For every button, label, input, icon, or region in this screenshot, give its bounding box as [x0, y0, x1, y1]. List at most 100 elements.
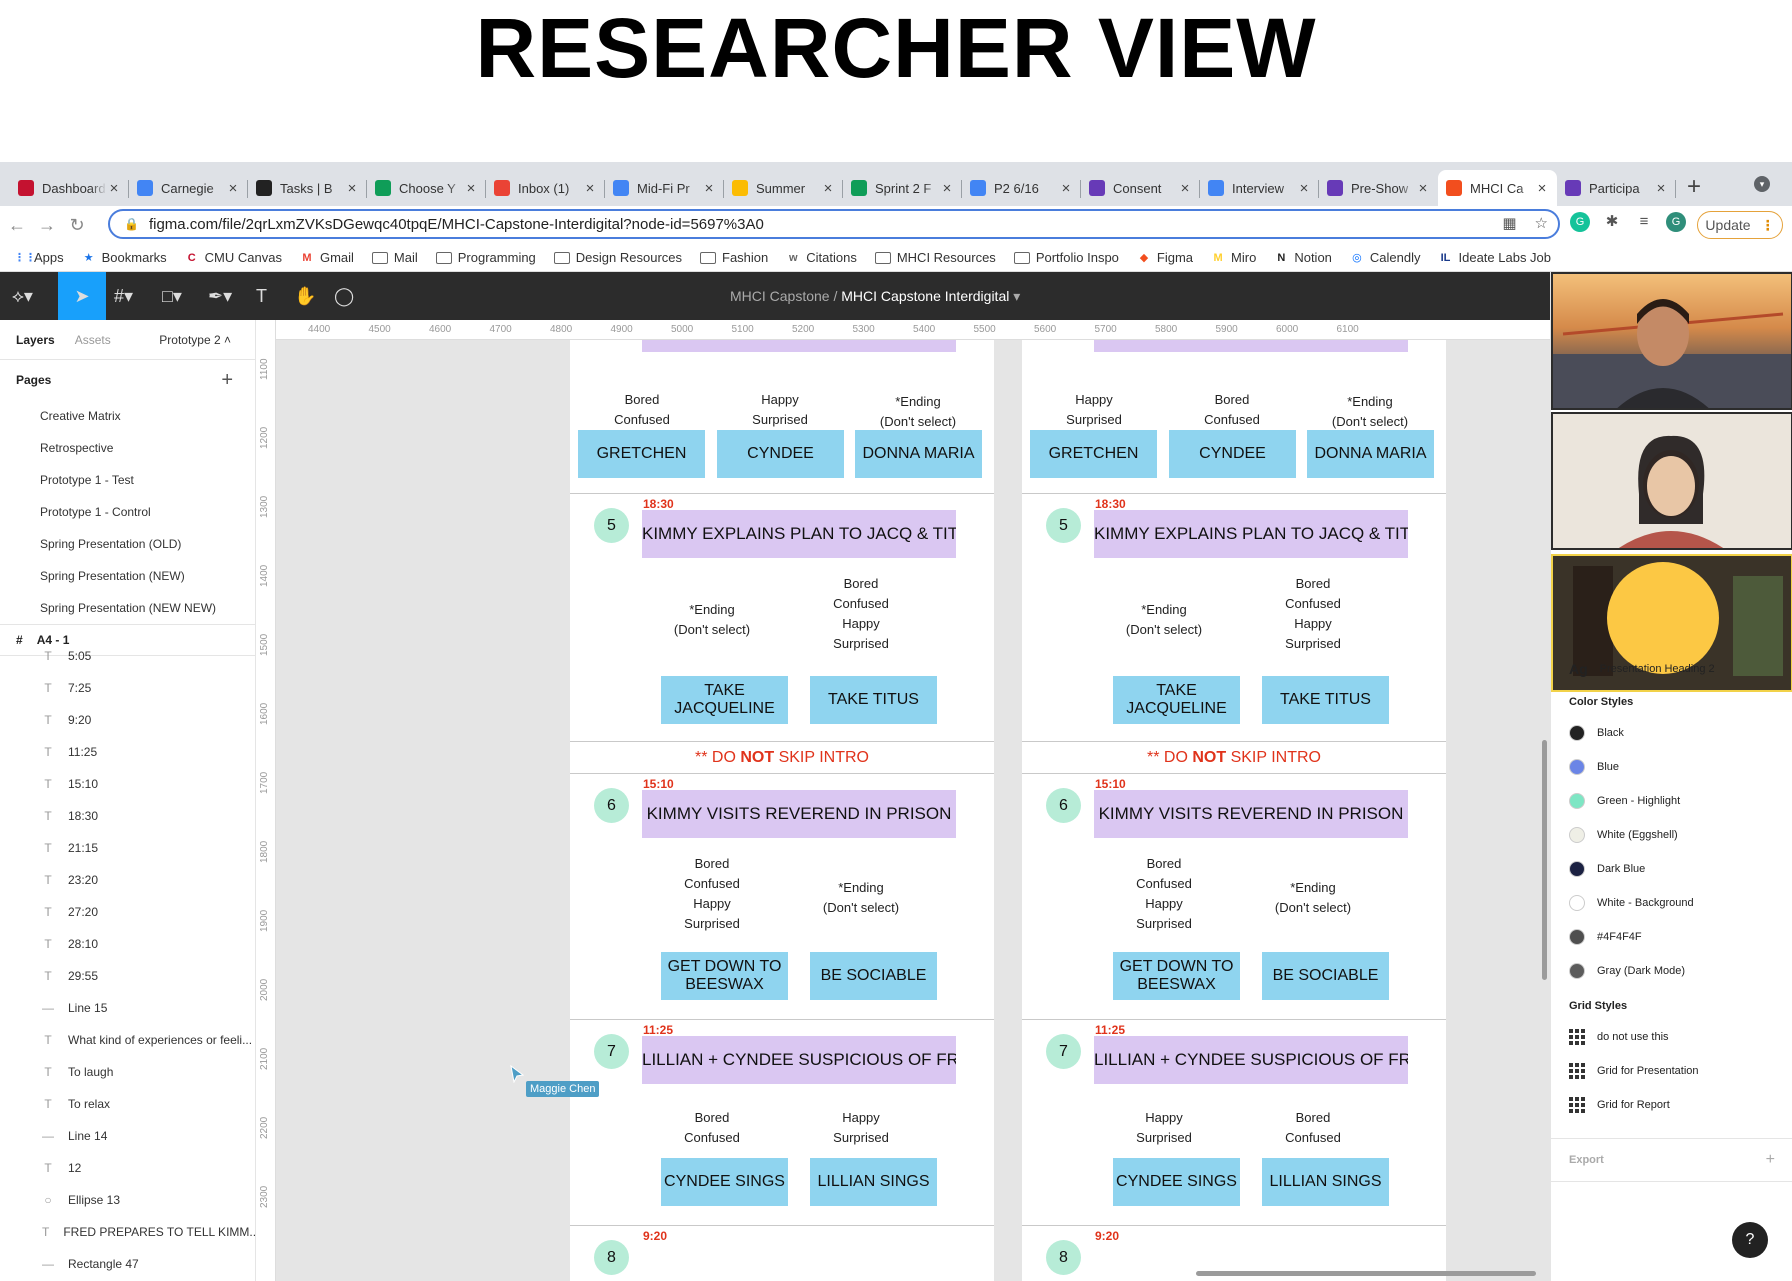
- browser-tab[interactable]: Dashboard ×: [10, 170, 129, 206]
- grid-style-item[interactable]: Grid for Presentation: [1551, 1054, 1792, 1088]
- page-item[interactable]: Spring Presentation (OLD): [0, 528, 255, 560]
- address-bar[interactable]: 🔒 figma.com/file/2qrLxmZVKsDGewqc40tpqE/…: [108, 209, 1560, 239]
- color-style-item[interactable]: #4F4F4F: [1551, 920, 1792, 954]
- choice-button[interactable]: GRETCHEN: [1030, 430, 1157, 478]
- layer-item[interactable]: T 12: [0, 1152, 255, 1184]
- bookmark-item[interactable]: Design Resources: [553, 250, 682, 265]
- close-icon[interactable]: ×: [1178, 180, 1192, 197]
- choice-button[interactable]: BE SOCIABLE: [810, 952, 937, 1000]
- browser-tab[interactable]: Inbox (1) ×: [486, 170, 605, 206]
- close-icon[interactable]: ×: [1297, 180, 1311, 197]
- close-icon[interactable]: ×: [1059, 180, 1073, 197]
- color-style-item[interactable]: White - Background: [1551, 886, 1792, 920]
- browser-tab[interactable]: MHCI Ca ×: [1438, 170, 1557, 206]
- update-button[interactable]: Update ⋮: [1697, 211, 1783, 239]
- bookmark-item[interactable]: IL Ideate Labs Job: [1439, 250, 1551, 265]
- page-item[interactable]: Spring Presentation (NEW NEW): [0, 592, 255, 624]
- page-item[interactable]: Creative Matrix: [0, 400, 255, 432]
- text-tool-icon[interactable]: T: [256, 284, 267, 308]
- bookmark-item[interactable]: ◎ Calendly: [1350, 250, 1420, 265]
- close-icon[interactable]: ×: [702, 180, 716, 197]
- choice-button[interactable]: CYNDEE: [717, 430, 844, 478]
- close-icon[interactable]: ×: [226, 180, 240, 197]
- layer-item[interactable]: T FRED PREPARES TO TELL KIMM...: [0, 1216, 255, 1248]
- close-icon[interactable]: ×: [464, 180, 478, 197]
- horizontal-scrollbar[interactable]: [1196, 1271, 1536, 1276]
- extensions-icon[interactable]: ✱: [1602, 212, 1622, 232]
- choice-button[interactable]: TAKE TITUS: [810, 676, 937, 724]
- page-item[interactable]: Prototype 1 - Test: [0, 464, 255, 496]
- layer-item[interactable]: T 23:20: [0, 864, 255, 896]
- choice-button[interactable]: GET DOWN TO BEESWAX: [1113, 952, 1240, 1000]
- chevron-down-icon[interactable]: ▾: [1013, 288, 1020, 304]
- bookmark-item[interactable]: ★ Bookmarks: [82, 250, 167, 265]
- forward-icon[interactable]: →: [34, 215, 60, 236]
- choice-button[interactable]: CYNDEE SINGS: [1113, 1158, 1240, 1206]
- bookmark-item[interactable]: N Notion: [1274, 250, 1332, 265]
- browser-tab[interactable]: Sprint 2 F ×: [843, 170, 962, 206]
- layer-item[interactable]: T 28:10: [0, 928, 255, 960]
- close-icon[interactable]: ×: [1535, 180, 1549, 197]
- frame-tool-icon[interactable]: #▾: [114, 284, 133, 308]
- layer-item[interactable]: T 11:25: [0, 736, 255, 768]
- bookmark-star-icon[interactable]: ☆: [1535, 214, 1548, 232]
- color-style-item[interactable]: White (Eggshell): [1551, 818, 1792, 852]
- layer-item[interactable]: T 29:55: [0, 960, 255, 992]
- page-item[interactable]: Prototype 1 - Control: [0, 496, 255, 528]
- page-item[interactable]: Spring Presentation (NEW): [0, 560, 255, 592]
- tab-search-icon[interactable]: ▾: [1754, 176, 1770, 192]
- layer-item[interactable]: T To relax: [0, 1088, 255, 1120]
- choice-button[interactable]: TAKE TITUS: [1262, 676, 1389, 724]
- browser-tab[interactable]: Participa ×: [1557, 170, 1676, 206]
- layer-item[interactable]: — Line 14: [0, 1120, 255, 1152]
- layer-item[interactable]: T 9:20: [0, 704, 255, 736]
- bookmark-item[interactable]: ◆ Figma: [1137, 250, 1193, 265]
- color-style-item[interactable]: Black: [1551, 716, 1792, 750]
- choice-button[interactable]: LILLIAN SINGS: [810, 1158, 937, 1206]
- vertical-scrollbar[interactable]: [1542, 740, 1547, 980]
- choice-button[interactable]: BE SOCIABLE: [1262, 952, 1389, 1000]
- close-icon[interactable]: ×: [940, 180, 954, 197]
- browser-tab[interactable]: Consent ×: [1081, 170, 1200, 206]
- bookmark-item[interactable]: M Miro: [1211, 250, 1256, 265]
- close-icon[interactable]: ×: [1416, 180, 1430, 197]
- choice-button[interactable]: TAKE JACQUELINE: [661, 676, 788, 724]
- close-icon[interactable]: ×: [583, 180, 597, 197]
- browser-tab[interactable]: Summer ×: [724, 170, 843, 206]
- project-name[interactable]: MHCI Capstone: [730, 288, 830, 304]
- main-menu-icon[interactable]: ⟡▾: [12, 284, 33, 308]
- layer-item[interactable]: T 7:25: [0, 672, 255, 704]
- bookmark-item[interactable]: C CMU Canvas: [185, 250, 282, 265]
- layer-item[interactable]: ○ Ellipse 13: [0, 1184, 255, 1216]
- layer-item[interactable]: T To laugh: [0, 1056, 255, 1088]
- page-selector[interactable]: Prototype 2 ˄: [159, 333, 231, 347]
- page-item[interactable]: Retrospective: [0, 432, 255, 464]
- bookmark-item[interactable]: Programming: [435, 250, 536, 265]
- bookmark-item[interactable]: Mail: [371, 250, 418, 265]
- color-style-item[interactable]: Blue: [1551, 750, 1792, 784]
- choice-button[interactable]: GET DOWN TO BEESWAX: [661, 952, 788, 1000]
- media-icon[interactable]: ≡: [1634, 212, 1654, 232]
- browser-tab[interactable]: Carnegie ×: [129, 170, 248, 206]
- layer-item[interactable]: T 21:15: [0, 832, 255, 864]
- color-style-item[interactable]: Gray (Dark Mode): [1551, 954, 1792, 988]
- bookmark-item[interactable]: ᴡ Citations: [786, 250, 857, 265]
- choice-button[interactable]: GRETCHEN: [578, 430, 705, 478]
- bookmark-item[interactable]: MHCI Resources: [874, 250, 996, 265]
- color-style-item[interactable]: Green - Highlight: [1551, 784, 1792, 818]
- close-icon[interactable]: ×: [345, 180, 359, 197]
- text-style-name[interactable]: Presentation Heading 2: [1600, 663, 1715, 675]
- grid-style-item[interactable]: do not use this: [1551, 1020, 1792, 1054]
- browser-tab[interactable]: Tasks | B ×: [248, 170, 367, 206]
- tab-layers[interactable]: Layers: [16, 333, 55, 347]
- choice-button[interactable]: CYNDEE: [1169, 430, 1296, 478]
- profile-avatar[interactable]: G: [1666, 212, 1686, 232]
- choice-button[interactable]: TAKE JACQUELINE: [1113, 676, 1240, 724]
- bookmark-item[interactable]: Portfolio Inspo: [1013, 250, 1119, 265]
- layer-item[interactable]: T 18:30: [0, 800, 255, 832]
- layer-item[interactable]: T 27:20: [0, 896, 255, 928]
- close-icon[interactable]: ×: [821, 180, 835, 197]
- grammarly-icon[interactable]: G: [1570, 212, 1590, 232]
- bookmark-item[interactable]: M Gmail: [300, 250, 354, 265]
- prototype-frame-b[interactable]: 4FRED SUGGESTS CALLING MOLE WOMENHappySu…: [1022, 340, 1446, 1281]
